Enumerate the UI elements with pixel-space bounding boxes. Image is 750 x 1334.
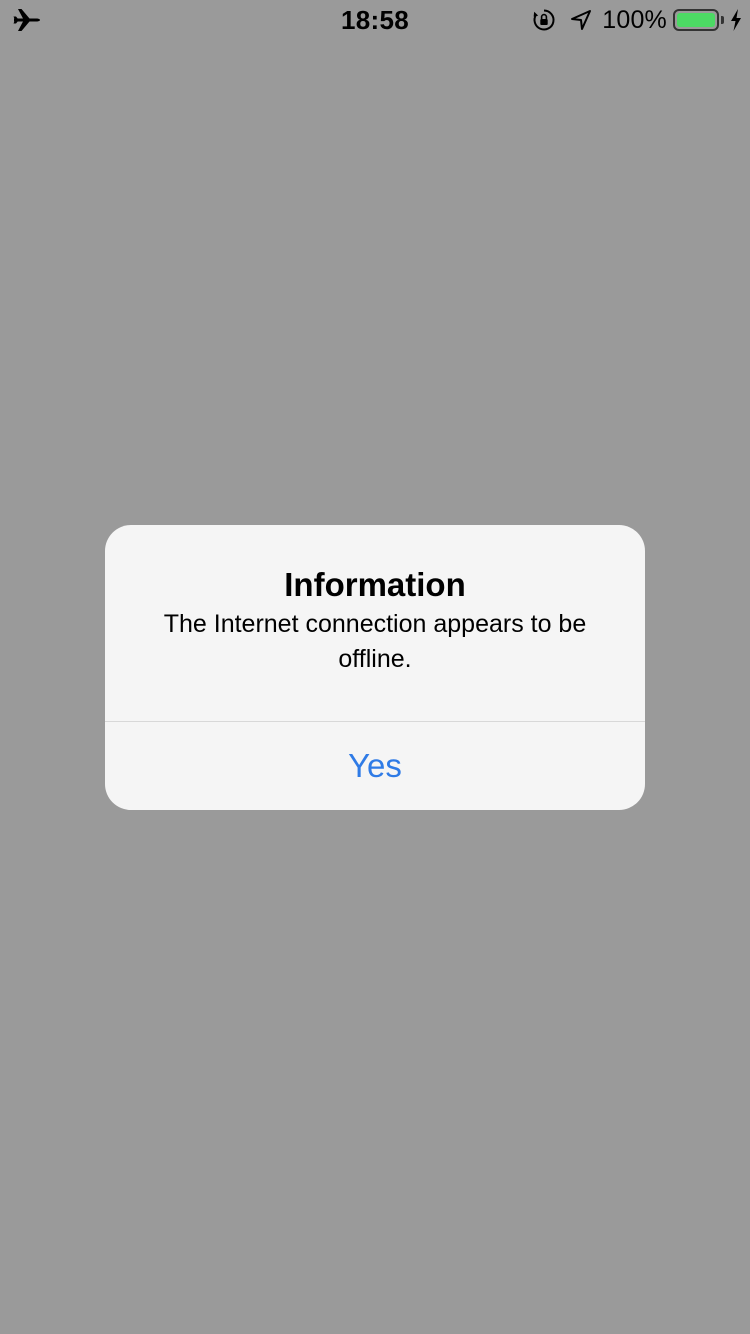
alert-content: Information The Internet connection appe…: [105, 525, 645, 721]
battery-icon: [673, 9, 724, 31]
battery-percent: 100%: [602, 5, 667, 34]
battery-fill: [677, 13, 715, 27]
charging-bolt-icon: [730, 9, 742, 31]
status-bar: 18:58 100%: [0, 0, 750, 40]
alert-title: Information: [284, 566, 466, 603]
alert-message: The Internet connection appears to be of…: [163, 610, 587, 673]
alert-dialog: Information The Internet connection appe…: [105, 525, 645, 810]
location-arrow-icon: [570, 9, 592, 31]
yes-button[interactable]: Yes: [105, 722, 645, 810]
orientation-lock-icon: [532, 8, 556, 32]
status-right-group: 100%: [532, 4, 742, 36]
